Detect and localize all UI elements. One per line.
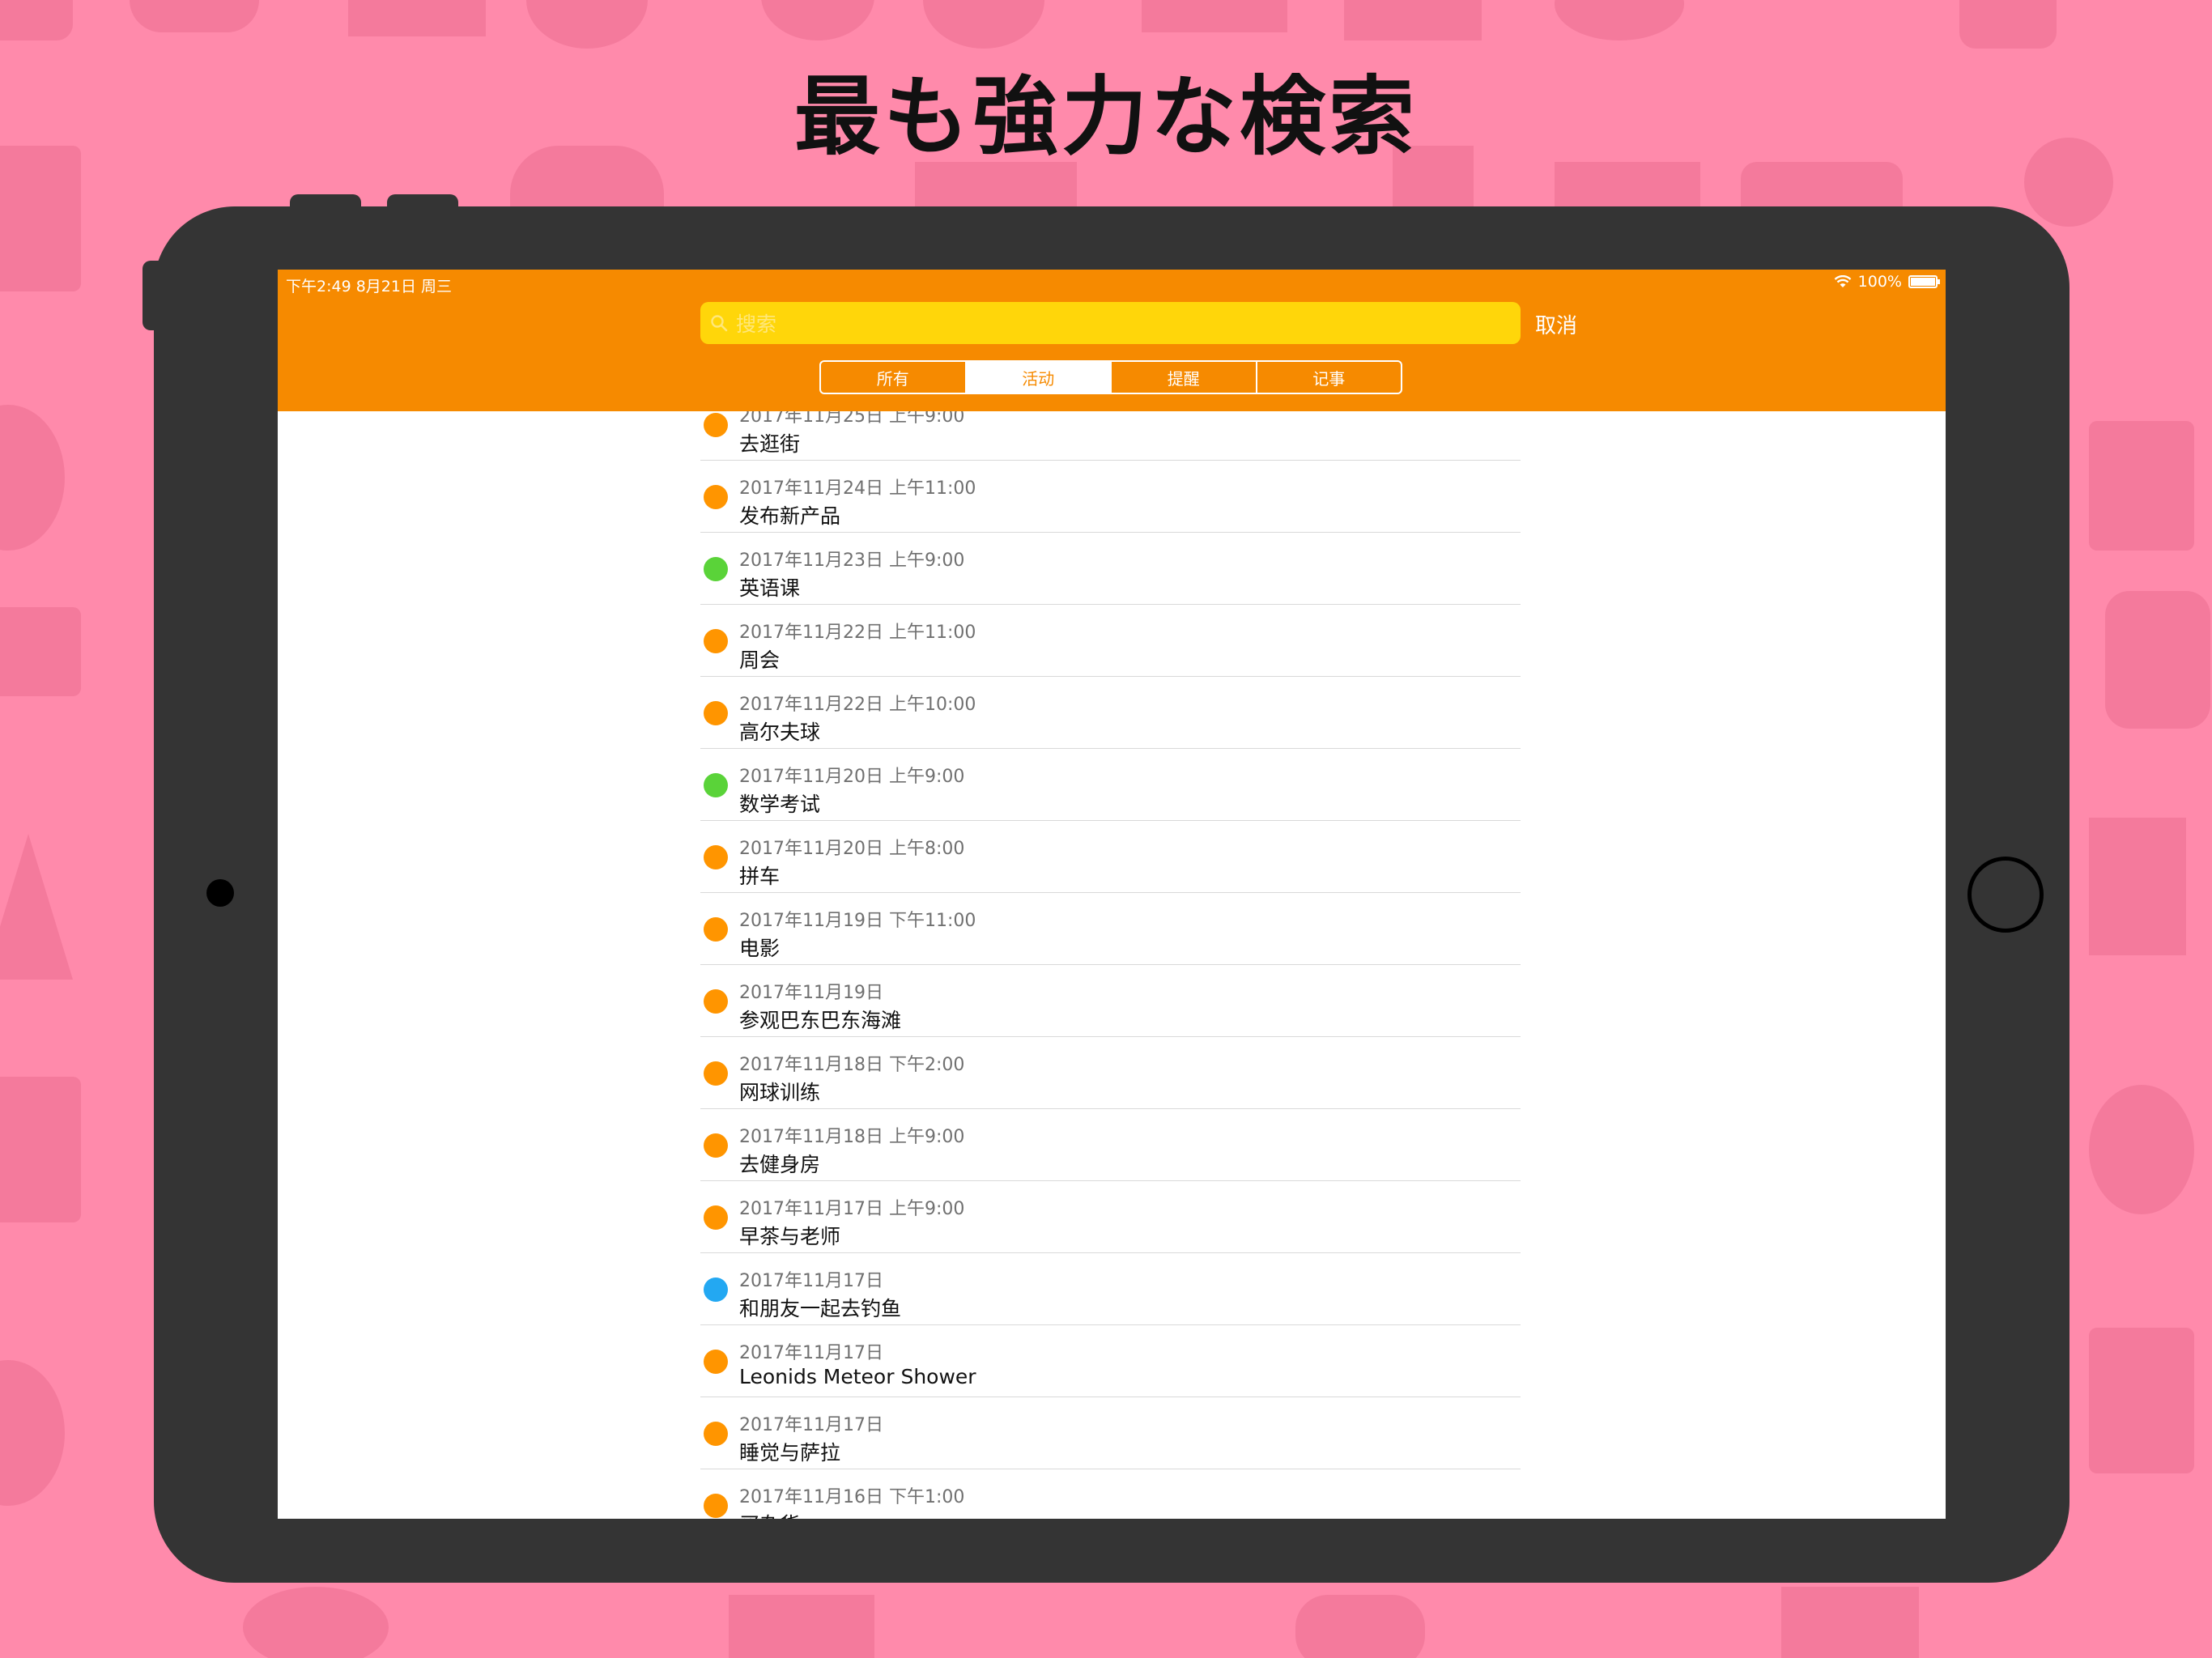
- segment-1[interactable]: 活动: [966, 362, 1112, 393]
- calendar-color-dot-icon: [704, 917, 728, 942]
- battery-icon: [1908, 275, 1940, 288]
- search-placeholder: 搜索: [736, 312, 777, 336]
- item-date: 2017年11月24日 上午11:00: [739, 478, 976, 499]
- item-date: 2017年11月17日 上午9:00: [739, 1199, 965, 1219]
- calendar-color-dot-icon: [704, 701, 728, 725]
- calendar-color-dot-icon: [704, 989, 728, 1014]
- tablet-screen: 下午2:49 8月21日 周三 100% 搜索 取消 所有 活动 提醒 记事 2017…: [278, 270, 1946, 1519]
- calendar-color-dot-icon: [704, 1422, 728, 1446]
- item-title: 早茶与老师: [739, 1225, 841, 1248]
- item-date: 2017年11月23日 上午9:00: [739, 551, 965, 571]
- calendar-color-dot-icon: [704, 1205, 728, 1230]
- status-time-date: 下午2:49 8月21日 周三: [286, 278, 453, 295]
- list-item[interactable]: 2017年11月17日 和朋友一起去钓鱼: [700, 1253, 1521, 1325]
- segment-0[interactable]: 所有: [821, 362, 967, 393]
- item-date: 2017年11月19日 下午11:00: [739, 911, 976, 931]
- item-title: 睡觉与萨拉: [739, 1441, 841, 1465]
- item-date: 2017年11月20日 上午9:00: [739, 767, 965, 787]
- item-title: 参观巴东巴东海滩: [739, 1009, 902, 1032]
- item-date: 2017年11月18日 下午2:00: [739, 1055, 965, 1075]
- list-item[interactable]: 2017年11月17日睡觉与萨拉: [700, 1397, 1521, 1469]
- item-title: 买杂货: [739, 1509, 800, 1519]
- camera: [206, 879, 234, 907]
- item-title: 英语课: [739, 576, 801, 600]
- item-title: 去逛街: [739, 432, 801, 456]
- list-item[interactable]: 2017年11月19日 下午11:00 电影: [700, 893, 1521, 965]
- nav-bar: 下午2:49 8月21日 周三 100% 搜索 取消 所有 活动 提醒 记事: [278, 270, 1946, 411]
- item-title: 周会: [739, 648, 781, 672]
- list-item[interactable]: 2017年11月16日 下午1:00 买杂货: [700, 1469, 1521, 1519]
- item-date: 2017年11月17日: [739, 1343, 883, 1363]
- status-right: 100%: [1834, 273, 1940, 291]
- headline: 最も強力な検索: [794, 67, 1418, 167]
- calendar-color-dot-icon: [704, 773, 728, 797]
- event-list[interactable]: 2017年11月25日 上午9:00 去逛街 2017年11月24日 上午11:00…: [700, 411, 1521, 1519]
- item-date: 2017年11月18日 上午9:00: [739, 1127, 965, 1147]
- calendar-color-dot-icon: [704, 845, 728, 869]
- list-item[interactable]: 2017年11月17日 上午9:00 早茶与老师: [700, 1181, 1521, 1253]
- item-title: 电影: [739, 937, 781, 960]
- item-date: 2017年11月17日: [739, 1415, 883, 1435]
- item-date: 2017年11月19日: [739, 983, 883, 1003]
- item-date: 2017年11月25日 上午9:00: [739, 411, 965, 427]
- segment-3[interactable]: 记事: [1257, 362, 1402, 393]
- item-date: 2017年11月22日 上午11:00: [739, 623, 976, 643]
- item-date: 2017年11月20日 上午8:00: [739, 839, 965, 859]
- calendar-color-dot-icon: [704, 413, 728, 437]
- calendar-color-dot-icon: [704, 1350, 728, 1374]
- segment-2[interactable]: 提醒: [1112, 362, 1257, 393]
- item-title: 发布新产品: [739, 504, 841, 528]
- event-list-content: 2017年11月25日 上午9:00 去逛街 2017年11月24日 上午11:00…: [700, 411, 1521, 1519]
- item-title: 数学考试: [739, 793, 821, 816]
- list-item[interactable]: 2017年11月24日 上午11:00 发布新产品: [700, 461, 1521, 533]
- list-item[interactable]: 2017年11月22日 上午10:00 高尔夫球: [700, 677, 1521, 749]
- calendar-color-dot-icon: [704, 629, 728, 653]
- cancel-button[interactable]: 取消: [1535, 309, 1577, 339]
- calendar-color-dot-icon: [704, 1061, 728, 1086]
- list-item[interactable]: 2017年11月23日 上午9:00 英语课: [700, 533, 1521, 605]
- search-field[interactable]: 搜索: [700, 302, 1521, 344]
- item-title: 去健身房: [739, 1153, 821, 1176]
- item-date: 2017年11月17日: [739, 1271, 883, 1291]
- item-date: 2017年11月16日 下午1:00: [739, 1487, 965, 1507]
- list-item[interactable]: 2017年11月18日 上午9:00 去健身房: [700, 1109, 1521, 1181]
- search-icon: [711, 315, 728, 332]
- list-item[interactable]: 2017年11月20日 上午9:00 数学考试: [700, 749, 1521, 821]
- item-title: Leonids Meteor Shower: [739, 1365, 976, 1388]
- item-title: 高尔夫球: [739, 721, 821, 744]
- item-title: 拼车: [739, 865, 781, 888]
- calendar-color-dot-icon: [704, 557, 728, 581]
- wifi-icon: [1834, 275, 1852, 287]
- item-title: 网球训练: [739, 1081, 821, 1104]
- list-item[interactable]: 2017年11月18日 下午2:00 网球训练: [700, 1037, 1521, 1109]
- list-item[interactable]: 2017年11月20日 上午8:00 拼车: [700, 821, 1521, 893]
- list-item[interactable]: 2017年11月19日 参观巴东巴东海滩: [700, 965, 1521, 1037]
- list-item[interactable]: 2017年11月17日 Leonids Meteor Shower: [700, 1325, 1521, 1397]
- item-date: 2017年11月22日 上午10:00: [739, 695, 976, 715]
- list-item[interactable]: 2017年11月25日 上午9:00 去逛街: [700, 411, 1521, 461]
- battery-percent: 100%: [1857, 273, 1902, 291]
- calendar-color-dot-icon: [704, 485, 728, 509]
- segmented-control: 所有 活动 提醒 记事: [819, 360, 1402, 394]
- calendar-color-dot-icon: [704, 1278, 728, 1302]
- item-title: 和朋友一起去钓鱼: [739, 1297, 902, 1320]
- calendar-color-dot-icon: [704, 1133, 728, 1158]
- list-item[interactable]: 2017年11月22日 上午11:00 周会: [700, 605, 1521, 677]
- calendar-color-dot-icon: [704, 1494, 728, 1518]
- home-button: [1967, 857, 2044, 933]
